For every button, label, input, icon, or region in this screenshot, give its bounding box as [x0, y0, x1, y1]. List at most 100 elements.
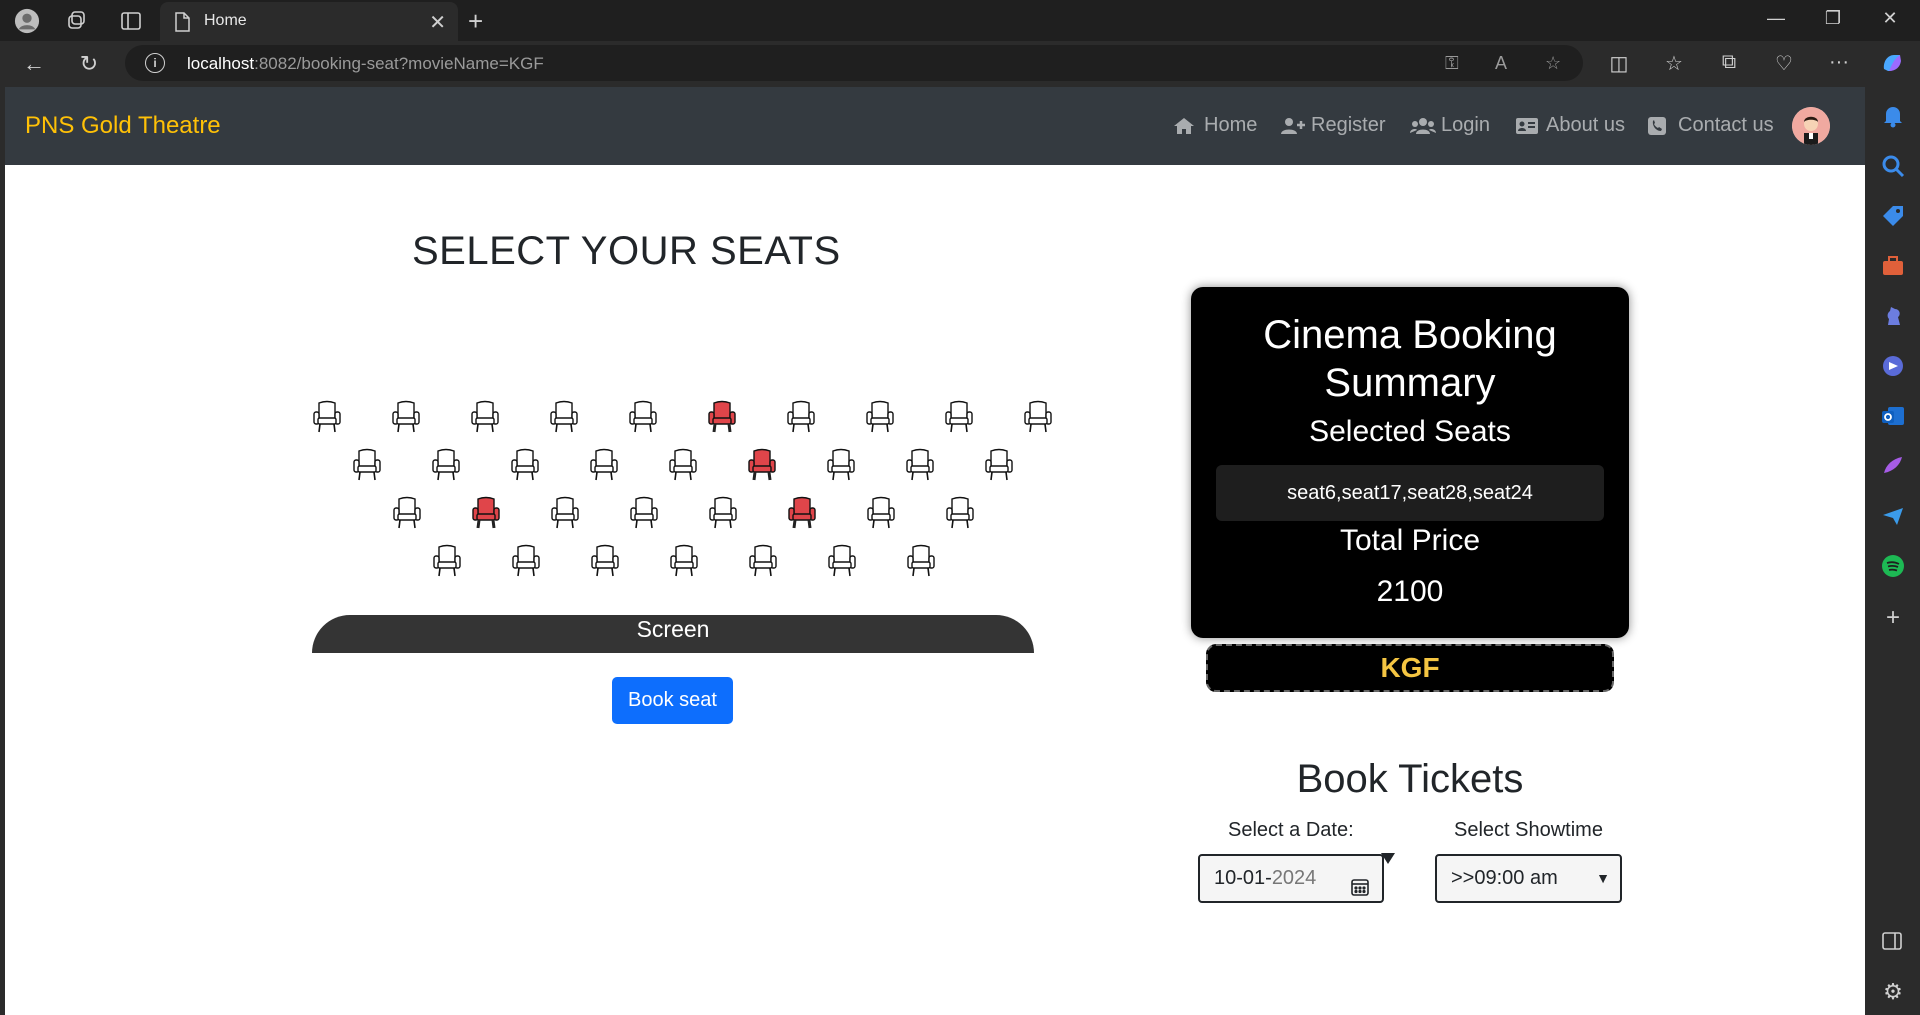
web-page: PNS Gold Theatre Home Register Login Abo…: [5, 87, 1865, 1015]
favorites-icon[interactable]: ☆: [1660, 51, 1688, 76]
url-text[interactable]: localhost:8082/booking-seat?movieName=KG…: [187, 54, 544, 74]
home-icon: [1173, 117, 1195, 135]
key-icon[interactable]: ⚿: [1445, 53, 1459, 74]
chair-icon: [551, 496, 579, 529]
seat-selected[interactable]: [706, 400, 738, 434]
browser-tab-bar: Home ✕ + — ❐ ✕: [0, 0, 1920, 41]
chair-icon: [313, 400, 341, 433]
seat-available[interactable]: [667, 448, 699, 482]
seat-available[interactable]: [390, 400, 422, 434]
outlook-icon[interactable]: [1880, 403, 1906, 429]
calendar-icon[interactable]: [1350, 869, 1370, 913]
collections-icon[interactable]: ⧉: [1715, 51, 1743, 74]
seat-available[interactable]: [430, 448, 462, 482]
seat-available[interactable]: [509, 448, 541, 482]
seat-selected[interactable]: [746, 448, 778, 482]
settings-gear-icon[interactable]: ⚙: [1880, 979, 1906, 1005]
hide-sidebar-icon[interactable]: [1880, 929, 1906, 955]
book-tickets-heading: Book Tickets: [1296, 757, 1524, 801]
send-icon[interactable]: [1880, 503, 1906, 529]
more-menu-icon[interactable]: ···: [1825, 51, 1853, 74]
seat-available[interactable]: [983, 448, 1015, 482]
back-icon[interactable]: ←: [20, 51, 48, 77]
shopping-tag-icon[interactable]: [1880, 203, 1906, 229]
seat-available[interactable]: [510, 544, 542, 578]
site-brand[interactable]: PNS Gold Theatre: [25, 112, 221, 140]
spotify-icon[interactable]: [1880, 553, 1906, 579]
browser-tab-home[interactable]: Home ✕: [160, 2, 458, 41]
seat-available[interactable]: [628, 496, 660, 530]
favorite-star-icon[interactable]: ☆: [1545, 53, 1561, 74]
showtime-select[interactable]: >>09:00 am ▼: [1435, 854, 1622, 903]
seat-selected[interactable]: [470, 496, 502, 530]
chair-icon: [709, 496, 737, 529]
date-input[interactable]: 10-01-2024: [1198, 854, 1384, 903]
workspaces-icon[interactable]: [64, 8, 90, 34]
refresh-icon[interactable]: ↻: [75, 51, 103, 77]
chevron-down-icon: ▼: [1596, 870, 1610, 886]
chair-icon: [867, 496, 895, 529]
notifications-icon[interactable]: [1880, 103, 1906, 129]
seat-available[interactable]: [668, 544, 700, 578]
copilot-icon[interactable]: [1878, 51, 1906, 81]
seat-available[interactable]: [826, 544, 858, 578]
user-avatar[interactable]: [1792, 107, 1830, 145]
date-year: 2024: [1271, 867, 1317, 889]
profile-icon[interactable]: [14, 8, 40, 34]
copilot-app-icon[interactable]: [1880, 353, 1906, 379]
add-sidebar-app-icon[interactable]: +: [1880, 605, 1906, 631]
seat-available[interactable]: [548, 400, 580, 434]
seat-available[interactable]: [785, 400, 817, 434]
seat-available[interactable]: [825, 448, 857, 482]
seat-available[interactable]: [864, 400, 896, 434]
new-tab-icon[interactable]: +: [468, 6, 483, 37]
address-bar[interactable]: i localhost:8082/booking-seat?movieName=…: [125, 45, 1583, 81]
close-tab-icon[interactable]: ✕: [429, 10, 446, 35]
total-price-label: Total Price: [1339, 524, 1481, 557]
seat-available[interactable]: [944, 496, 976, 530]
phone-icon: [1647, 116, 1669, 135]
nav-contact[interactable]: Contact us: [1647, 114, 1774, 137]
split-screen-icon[interactable]: ◫: [1605, 51, 1633, 76]
chair-icon: [629, 400, 657, 433]
nav-register[interactable]: Register: [1280, 114, 1385, 137]
seat-available[interactable]: [943, 400, 975, 434]
tools-briefcase-icon[interactable]: [1880, 253, 1906, 279]
seat-available[interactable]: [431, 544, 463, 578]
read-aloud-icon[interactable]: A: [1495, 53, 1507, 74]
minimize-icon[interactable]: —: [1761, 8, 1791, 29]
seat-available[interactable]: [549, 496, 581, 530]
restore-icon[interactable]: ❐: [1818, 8, 1848, 29]
seat-available[interactable]: [351, 448, 383, 482]
seat-selected[interactable]: [786, 496, 818, 530]
search-icon[interactable]: [1880, 153, 1906, 179]
nav-home[interactable]: Home: [1173, 114, 1257, 137]
tab-actions-icon[interactable]: [118, 8, 144, 34]
chair-icon: [393, 496, 421, 529]
games-icon[interactable]: [1880, 303, 1906, 329]
user-plus-icon: [1280, 117, 1305, 135]
site-info-icon[interactable]: i: [145, 53, 165, 73]
seat-available[interactable]: [391, 496, 423, 530]
seat-available[interactable]: [904, 448, 936, 482]
nav-login[interactable]: Login: [1410, 114, 1490, 137]
seat-available[interactable]: [627, 400, 659, 434]
chair-icon: [748, 448, 776, 481]
seat-available[interactable]: [589, 544, 621, 578]
seat-available[interactable]: [469, 400, 501, 434]
seat-available[interactable]: [588, 448, 620, 482]
seat-available[interactable]: [311, 400, 343, 434]
browser-essentials-icon[interactable]: ♡: [1770, 51, 1798, 76]
cinema-screen: Screen: [312, 615, 1034, 653]
summary-title: Cinema Booking Summary: [1263, 313, 1557, 405]
nav-about[interactable]: About us: [1515, 114, 1625, 137]
book-seat-button[interactable]: Book seat: [612, 677, 733, 724]
seat-available[interactable]: [865, 496, 897, 530]
date-value: 10-01-: [1214, 867, 1272, 889]
designer-icon[interactable]: [1880, 453, 1906, 479]
seat-available[interactable]: [1022, 400, 1054, 434]
seat-available[interactable]: [905, 544, 937, 578]
seat-available[interactable]: [747, 544, 779, 578]
close-window-icon[interactable]: ✕: [1875, 8, 1905, 29]
seat-available[interactable]: [707, 496, 739, 530]
